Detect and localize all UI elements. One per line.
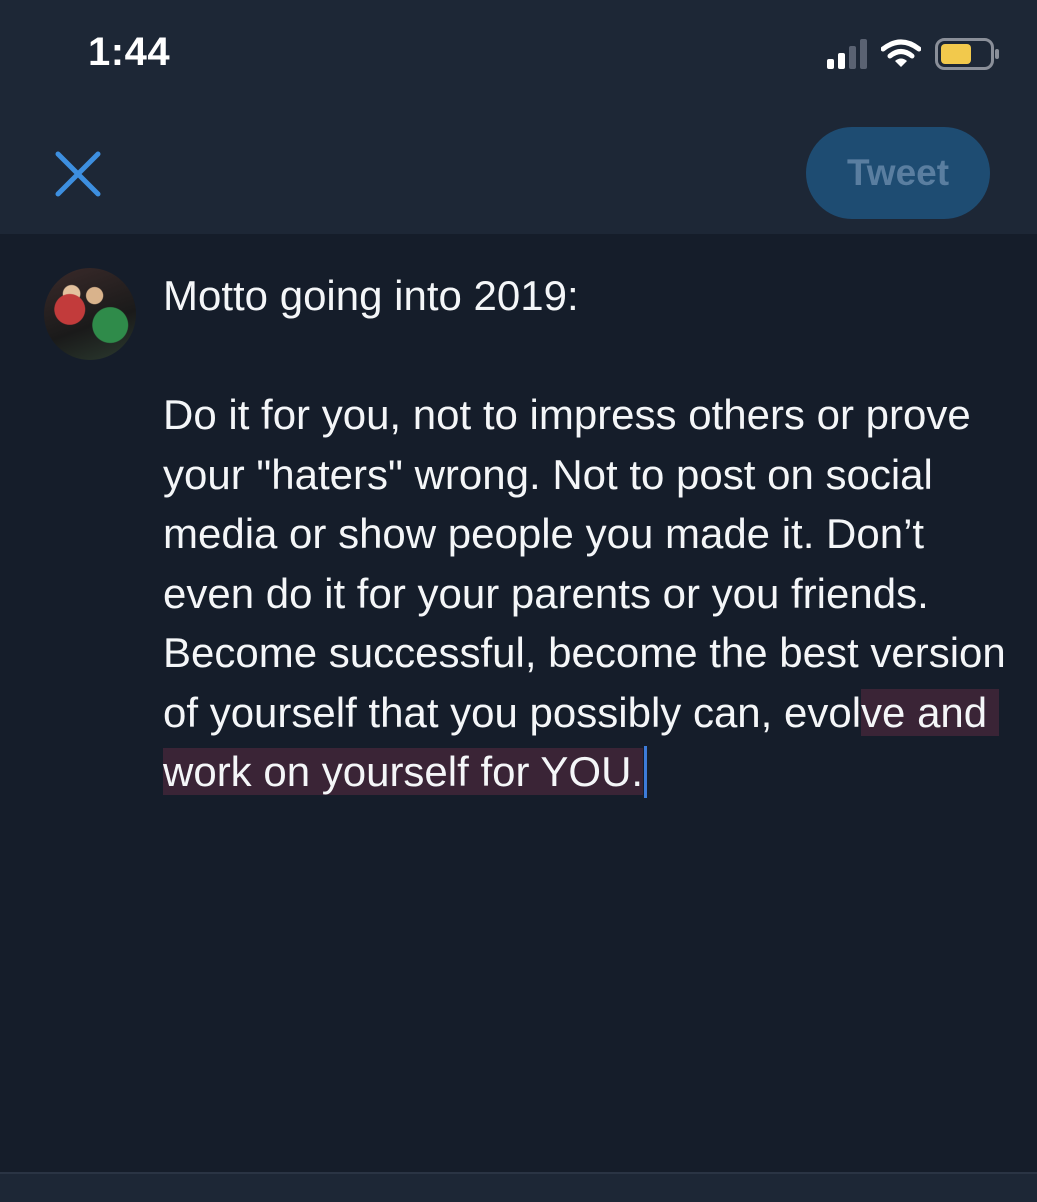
text-cursor	[644, 746, 648, 798]
wifi-icon	[881, 39, 921, 67]
tweet-button[interactable]: Tweet	[806, 127, 990, 219]
close-button[interactable]	[52, 148, 104, 200]
close-icon	[55, 151, 101, 197]
tweet-text-input[interactable]: Motto going into 2019: Do it for you, no…	[163, 266, 1013, 802]
status-icons	[827, 36, 1001, 72]
battery-icon	[935, 38, 999, 70]
avatar[interactable]	[44, 268, 136, 360]
tweet-body: Do it for you, not to impress others or …	[163, 391, 1018, 736]
tweet-first-line: Motto going into 2019:	[163, 272, 579, 319]
status-time: 1:44	[88, 30, 171, 74]
bottom-toolbar	[0, 1172, 1037, 1202]
cellular-signal-icon	[827, 39, 867, 69]
